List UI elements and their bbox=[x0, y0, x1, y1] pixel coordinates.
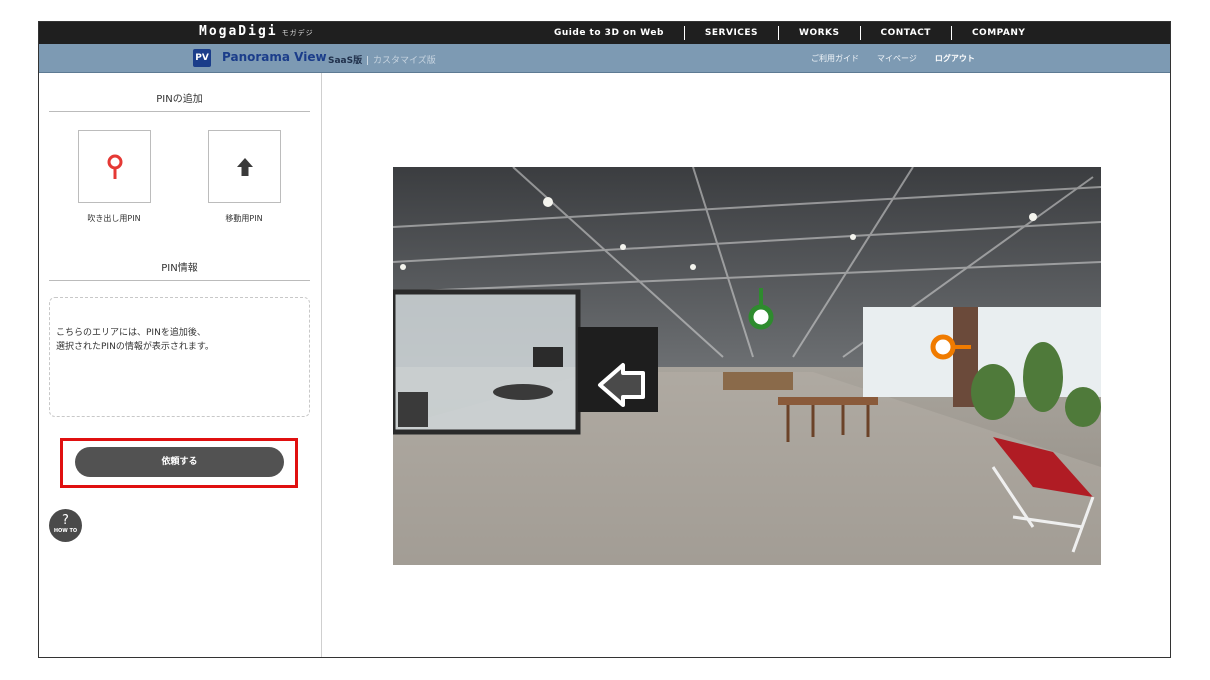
pv-logo-icon[interactable]: PV bbox=[193, 49, 211, 67]
product-name[interactable]: Panorama View bbox=[222, 50, 327, 64]
pin-add-title: PINの追加 bbox=[49, 90, 310, 112]
sidebar: PINの追加 吹き出し用PIN 移動用PIN PIN情報 こちらのエリアには、P… bbox=[39, 73, 322, 657]
move-pin-button[interactable] bbox=[208, 130, 281, 203]
nav-services[interactable]: SERVICES bbox=[685, 28, 778, 38]
info-text-line: 選択されたPINの情報が表示されます。 bbox=[56, 342, 214, 352]
question-icon: ? bbox=[62, 513, 69, 528]
edition-custom-wrap: | カスタマイズ版 bbox=[366, 56, 436, 66]
callout-pin-button[interactable] bbox=[78, 130, 151, 203]
logout-link[interactable]: ログアウト bbox=[935, 53, 975, 64]
edition-custom: カスタマイズ版 bbox=[373, 56, 436, 66]
howto-label: HOW TO bbox=[53, 528, 78, 534]
nav-works[interactable]: WORKS bbox=[779, 28, 859, 38]
mypage-link[interactable]: マイページ bbox=[877, 53, 917, 64]
nav-guide[interactable]: Guide to 3D on Web bbox=[534, 28, 684, 38]
pin-info-box: こちらのエリアには、PINを追加後、 選択されたPINの情報が表示されます。 bbox=[49, 297, 310, 417]
brand-kana: モガデジ bbox=[281, 29, 314, 37]
move-pin-label: 移動用PIN bbox=[225, 214, 263, 223]
nav-contact[interactable]: CONTACT bbox=[861, 28, 951, 38]
usage-guide-link[interactable]: ご利用ガイド bbox=[811, 53, 859, 64]
app-frame: MogaDigi モガデジ Guide to 3D on Web SERVICES… bbox=[38, 21, 1171, 658]
top-nav-bar: MogaDigi モガデジ Guide to 3D on Web SERVICES… bbox=[39, 22, 1170, 44]
brand-logo[interactable]: MogaDigi モガデジ bbox=[199, 24, 314, 39]
info-text-line: こちらのエリアには、PINを追加後、 bbox=[56, 328, 206, 338]
panorama-viewer[interactable] bbox=[393, 167, 1101, 565]
edition-saas: SaaS版 bbox=[328, 56, 363, 66]
product-bar: PV Panorama View SaaS版 | カスタマイズ版 ご利用ガイド マ… bbox=[39, 44, 1170, 73]
arrow-up-icon bbox=[236, 157, 253, 176]
nav-company[interactable]: COMPANY bbox=[952, 28, 1046, 38]
account-links: ご利用ガイド マイページ ログアウト bbox=[811, 53, 975, 64]
request-button[interactable]: 依頼する bbox=[75, 447, 284, 477]
panorama-scene-image bbox=[393, 167, 1101, 565]
pin-info-title: PIN情報 bbox=[49, 259, 310, 281]
howto-button[interactable]: ? HOW TO bbox=[49, 509, 82, 542]
main-nav: Guide to 3D on Web SERVICES WORKS CONTAC… bbox=[534, 22, 1045, 44]
callout-pin-label: 吹き出し用PIN bbox=[87, 214, 141, 223]
map-pin-icon bbox=[107, 154, 122, 179]
brand-name: MogaDigi bbox=[199, 24, 278, 39]
